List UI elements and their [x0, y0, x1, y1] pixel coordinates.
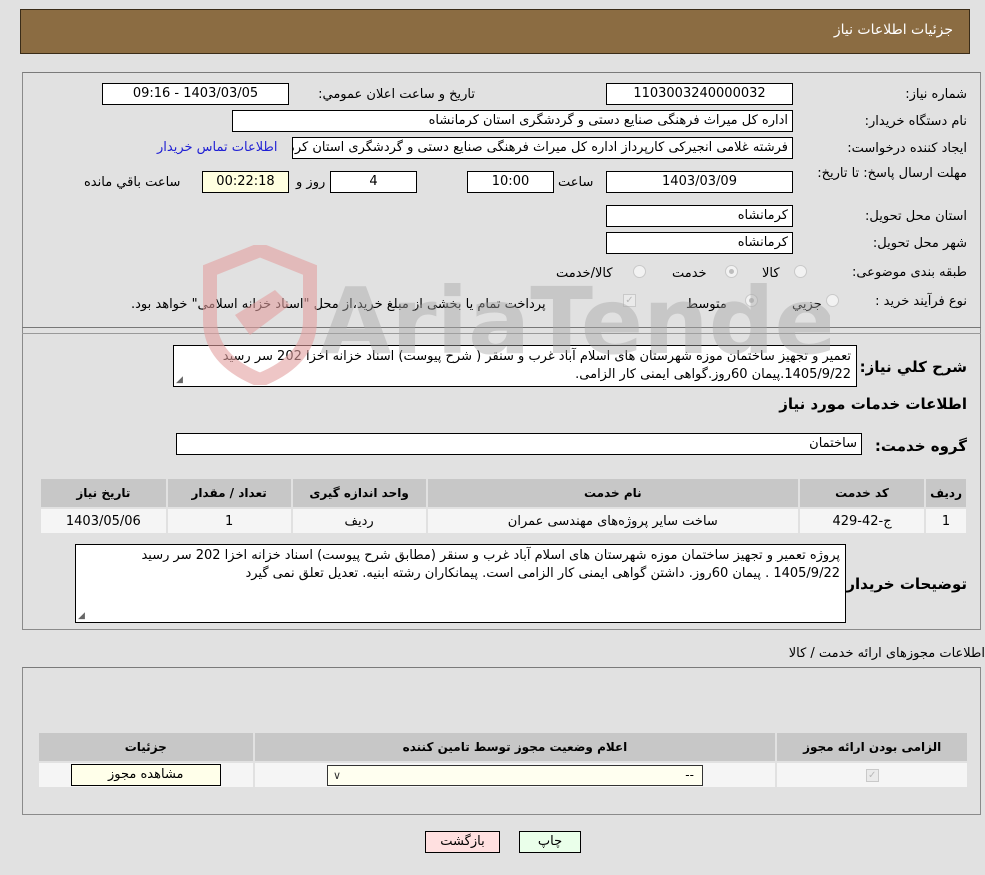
category-goods-service-label: کالا/خدمت	[556, 266, 613, 281]
cell-need-date: 1403/05/06	[39, 507, 168, 535]
remaining-time-label: ساعت باقي مانده	[84, 175, 181, 190]
process-label: نوع فرآيند خريد :	[875, 294, 967, 309]
process-medium-radio[interactable]	[745, 294, 758, 307]
table-row: ✓ -- ∨ مشاهده مجوز	[37, 761, 969, 789]
days-label: روز و	[296, 175, 326, 190]
need-number-label: شماره نیاز:	[905, 87, 967, 102]
cell-unit: رديف	[290, 507, 428, 535]
creator-label: ايجاد کننده درخواست:	[847, 141, 967, 156]
col-unit-header: واحد اندازه گيری	[290, 477, 428, 509]
buyer-org-label: نام دستگاه خريدار:	[864, 114, 967, 129]
divider	[22, 333, 981, 334]
cell-details: مشاهده مجوز	[37, 761, 255, 789]
category-label: طبقه بندی موضوعی:	[851, 265, 967, 280]
print-button[interactable]: چاپ	[519, 831, 581, 853]
description-label: شرح کلي نياز:	[859, 358, 967, 376]
need-number-field: 1103003240000032	[606, 83, 793, 105]
deadline-time-field: 10:00	[467, 171, 554, 193]
deadline-time-label: ساعت	[558, 175, 594, 190]
category-service-radio[interactable]	[725, 265, 738, 278]
description-textarea[interactable]: تعمیر و تجهیز ساختمان موزه شهرستان های ا…	[173, 345, 857, 387]
announce-datetime-field: 1403/03/05 - 09:16	[102, 83, 289, 105]
col-date-header: تاريخ نياز	[39, 477, 168, 509]
permits-section-title: اطلاعات مجوزهای ارائه خدمت / کالا	[788, 646, 985, 661]
province-label: استان محل تحويل:	[865, 209, 967, 224]
city-label: شهر محل تحويل:	[872, 236, 967, 251]
treasury-note: پرداخت تمام يا بخشی از مبلغ خريد،از محل …	[131, 297, 546, 312]
services-section-title: اطلاعات خدمات مورد نياز	[779, 395, 967, 413]
permit-status-select[interactable]: -- ∨	[326, 764, 703, 786]
permit-status-value: --	[685, 767, 694, 782]
table-row: 1 ج-42-429 ساخت سایر پروژه‌های مهندسی عم…	[39, 507, 968, 535]
buyer-org-field: اداره کل میراث فرهنگی صنایع دستی و گردشگ…	[232, 110, 793, 132]
creator-field: فرشته غلامی انجیرکی کارپرداز اداره کل می…	[292, 137, 793, 159]
category-goods-service-radio[interactable]	[633, 265, 646, 278]
buyer-notes-label: توضيحات خريدار:	[840, 575, 967, 593]
service-group-field: ساختمان	[176, 433, 862, 455]
days-remaining-field: 4	[330, 171, 417, 193]
resize-grip-icon[interactable]: ◢	[78, 612, 85, 621]
col-code-header: کد خدمت	[797, 477, 927, 509]
cell-status: -- ∨	[252, 761, 778, 789]
treasury-checkbox[interactable]: ✓	[623, 294, 636, 307]
back-button[interactable]: بازگشت	[425, 831, 500, 853]
view-permit-button[interactable]: مشاهده مجوز	[70, 764, 221, 786]
cell-service-code: ج-42-429	[797, 507, 927, 535]
city-field: کرمانشاه	[606, 232, 793, 254]
permits-table: الزامی بودن ارائه مجوز اعلام وضعيت مجوز …	[37, 731, 969, 789]
process-minor-label: جزيي	[792, 297, 822, 312]
deadline-label: مهلت ارسال پاسخ: تا تاريخ:	[817, 166, 967, 181]
deadline-date-field: 1403/03/09	[606, 171, 793, 193]
announce-label: تاريخ و ساعت اعلان عمومي:	[318, 87, 475, 102]
process-minor-radio[interactable]	[826, 294, 839, 307]
process-medium-label: متوسط	[686, 297, 727, 312]
resize-grip-icon[interactable]: ◢	[176, 376, 183, 385]
col-row-header: رديف	[924, 477, 968, 509]
buyer-notes-text: پروژه تعمیر و تجهیز ساختمان موزه شهرستان…	[141, 548, 840, 581]
service-group-label: گروه خدمت:	[874, 437, 967, 455]
chevron-down-icon: ∨	[332, 768, 342, 782]
description-text: تعمیر و تجهیز ساختمان موزه شهرستان های ا…	[222, 349, 851, 382]
col-status-header: اعلام وضعيت مجوز توسط تامين کننده	[252, 731, 778, 763]
cell-required: ✓	[775, 761, 969, 789]
col-name-header: نام خدمت	[425, 477, 800, 509]
page-header: جزئیات اطلاعات نیاز	[20, 9, 970, 54]
col-required-header: الزامی بودن ارائه مجوز	[775, 731, 969, 763]
permit-required-checkbox[interactable]: ✓	[865, 768, 879, 782]
cell-service-name: ساخت سایر پروژه‌های مهندسی عمران	[425, 507, 800, 535]
col-details-header: جزئيات	[37, 731, 255, 763]
cell-quantity: 1	[165, 507, 293, 535]
buyer-contact-link[interactable]: اطلاعات تماس خريدار	[157, 140, 277, 155]
remaining-time-field: 00:22:18	[202, 171, 289, 193]
col-qty-header: تعداد / مقدار	[165, 477, 293, 509]
category-service-label: خدمت	[672, 266, 707, 281]
category-goods-label: کالا	[762, 266, 780, 281]
buyer-notes-textarea[interactable]: پروژه تعمیر و تجهیز ساختمان موزه شهرستان…	[75, 544, 846, 623]
divider	[22, 327, 981, 328]
page-title: جزئیات اطلاعات نیاز	[833, 22, 953, 38]
services-table-header: رديف کد خدمت نام خدمت واحد اندازه گيری ت…	[39, 477, 968, 509]
services-table: رديف کد خدمت نام خدمت واحد اندازه گيری ت…	[39, 477, 968, 535]
permits-table-header: الزامی بودن ارائه مجوز اعلام وضعيت مجوز …	[37, 731, 969, 763]
cell-row-number: 1	[924, 507, 968, 535]
province-field: کرمانشاه	[606, 205, 793, 227]
category-goods-radio[interactable]	[794, 265, 807, 278]
